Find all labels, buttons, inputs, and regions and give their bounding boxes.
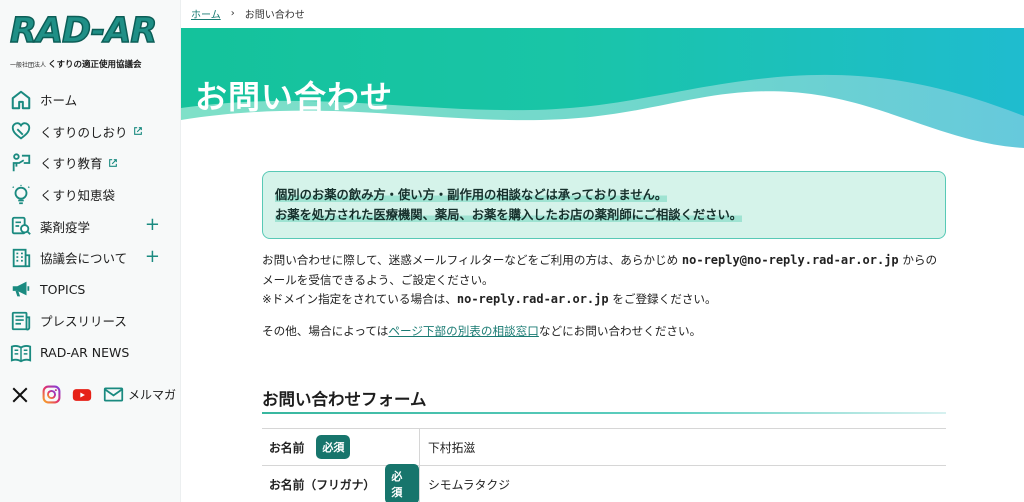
sidebar-item-kusuri-chiebukuro[interactable]: くすり知恵袋 [10, 179, 175, 211]
sidebar-item-label: プレスリリース [40, 314, 127, 330]
logo-text: RAD-AR [9, 11, 158, 51]
sidebar-item-label: くすり知恵袋 [40, 188, 116, 204]
pill-heart-icon [10, 120, 32, 142]
required-badge: 必須 [316, 435, 351, 459]
news-icon [10, 342, 32, 364]
sidebar-item-topics[interactable]: TOPICS [10, 274, 175, 306]
expand-plus-icon[interactable]: + [145, 216, 160, 234]
sidebar-nav: ホーム くすりのしおり くすり教育 くすり知恵袋 薬剤疫学 + 協議会について … [10, 84, 175, 368]
breadcrumb-home-link[interactable]: ホーム [191, 6, 221, 21]
external-link-icon [108, 159, 117, 167]
notice-line-1: 個別のお薬の飲み方・使い方・副作用の相談などは承っておりません。 [275, 188, 668, 202]
building-icon [10, 247, 32, 269]
form-row-name-kana: お名前（フリガナ） 必須 シモムラタクジ [262, 464, 946, 502]
instagram-icon[interactable] [41, 385, 61, 405]
other-contact-text: その他、場合によってはページ下部の別表の相談窓口などにお問い合わせください。 [262, 322, 946, 342]
breadcrumb: ホーム › お問い合わせ [191, 6, 305, 21]
sidebar-item-label: TOPICS [40, 281, 86, 297]
sidebar-item-home[interactable]: ホーム [10, 84, 175, 116]
epidemiology-icon [10, 215, 32, 237]
main-content: ホーム › お問い合わせ お問い合わせ 個別のお薬の飲み方・使い方・副作用の相談… [181, 0, 1024, 502]
form-title: お問い合わせフォーム [262, 390, 427, 409]
breadcrumb-current: お問い合わせ [244, 10, 305, 21]
mail-icon [103, 387, 124, 402]
name-value: 下村拓滋 [428, 440, 476, 455]
newsletter-label: メルマガ [128, 388, 177, 402]
instruction-text: をご登録ください。 [608, 292, 717, 306]
social-links: メルマガ [10, 384, 176, 405]
instruction-text: などにお問い合わせください。 [538, 323, 702, 338]
sidebar-item-label: ホーム [40, 93, 78, 109]
form-row-name: お名前 必須 下村拓滋 [262, 429, 946, 466]
sidebar-item-label: 薬剤疫学 [40, 219, 91, 235]
expand-plus-icon[interactable]: + [145, 247, 160, 265]
education-icon [10, 152, 32, 174]
hero-banner: お問い合わせ [181, 28, 1024, 148]
youtube-icon[interactable] [72, 385, 92, 405]
sidebar-item-label: くすり教育 [40, 156, 103, 172]
instruction-text: お問い合わせに際して、迷惑メールフィルターなどをご利用の方は、あらかじめ [262, 253, 682, 267]
logo-subtitle: 一般社団法人 くすりの適正使用協議会 [10, 60, 142, 70]
sidebar-item-press-release[interactable]: プレスリリース [10, 305, 175, 337]
notice-line-2: お薬を処方された医療機関、薬局、お薬を購入したお店の薬剤師にご相談ください。 [275, 208, 743, 222]
notice-box: 個別のお薬の飲み方・使い方・副作用の相談などは承っておりません。 お薬を処方され… [262, 171, 946, 239]
external-link-icon [133, 127, 142, 136]
form-label: お名前 必須 [262, 429, 420, 465]
sidebar: RAD-AR 一般社団法人 くすりの適正使用協議会 ホーム くすりのしおり くすり… [0, 0, 181, 502]
home-icon [10, 89, 32, 111]
email-instructions: お問い合わせに際して、迷惑メールフィルターなどをご利用の方は、あらかじめ no-… [262, 251, 946, 310]
contact-form-table: お名前 必須 下村拓滋 お名前（フリガナ） 必須 シモムラタクジ [262, 428, 946, 502]
lightbulb-icon [10, 184, 32, 206]
instruction-text: その他、場合によっては [262, 323, 389, 338]
newsletter-link[interactable]: メルマガ [103, 384, 176, 405]
name-kana-label: お名前（フリガナ） [269, 477, 376, 492]
sidebar-item-kusuri-kyoiku[interactable]: くすり教育 [10, 147, 175, 179]
sidebar-item-label: 協議会について [40, 251, 128, 267]
sidebar-item-label: RAD-AR NEWS [40, 345, 130, 361]
x-twitter-icon[interactable] [10, 385, 30, 405]
form-title-underline [262, 412, 946, 414]
sidebar-item-label: くすりのしおり [40, 124, 128, 140]
sidebar-item-radar-news[interactable]: RAD-AR NEWS [10, 337, 175, 369]
breadcrumb-separator: › [230, 8, 235, 19]
noreply-email: no-reply@no-reply.rad-ar.or.jp [681, 253, 899, 267]
instruction-text: ※ドメイン指定をされている場合は、 [262, 292, 457, 306]
sidebar-item-kusuri-shiori[interactable]: くすりのしおり [10, 116, 175, 148]
content-area: 個別のお薬の飲み方・使い方・副作用の相談などは承っておりません。 お薬を処方され… [262, 171, 946, 341]
consultation-desk-link[interactable]: ページ下部の別表の相談窓口 [388, 324, 539, 338]
name-kana-value: シモムラタクジ [428, 477, 510, 492]
sidebar-item-about[interactable]: 協議会について + [10, 242, 175, 274]
noreply-domain: no-reply.rad-ar.or.jp [456, 292, 609, 306]
form-label: お名前（フリガナ） 必須 [262, 464, 420, 502]
required-badge: 必須 [385, 464, 419, 502]
sidebar-item-epidemiology[interactable]: 薬剤疫学 + [10, 210, 175, 242]
press-icon [10, 310, 32, 332]
page-title: お問い合わせ [195, 78, 394, 116]
megaphone-icon [10, 278, 32, 300]
name-label: お名前 [269, 440, 305, 455]
site-logo[interactable]: RAD-AR 一般社団法人 くすりの適正使用協議会 [9, 11, 170, 72]
